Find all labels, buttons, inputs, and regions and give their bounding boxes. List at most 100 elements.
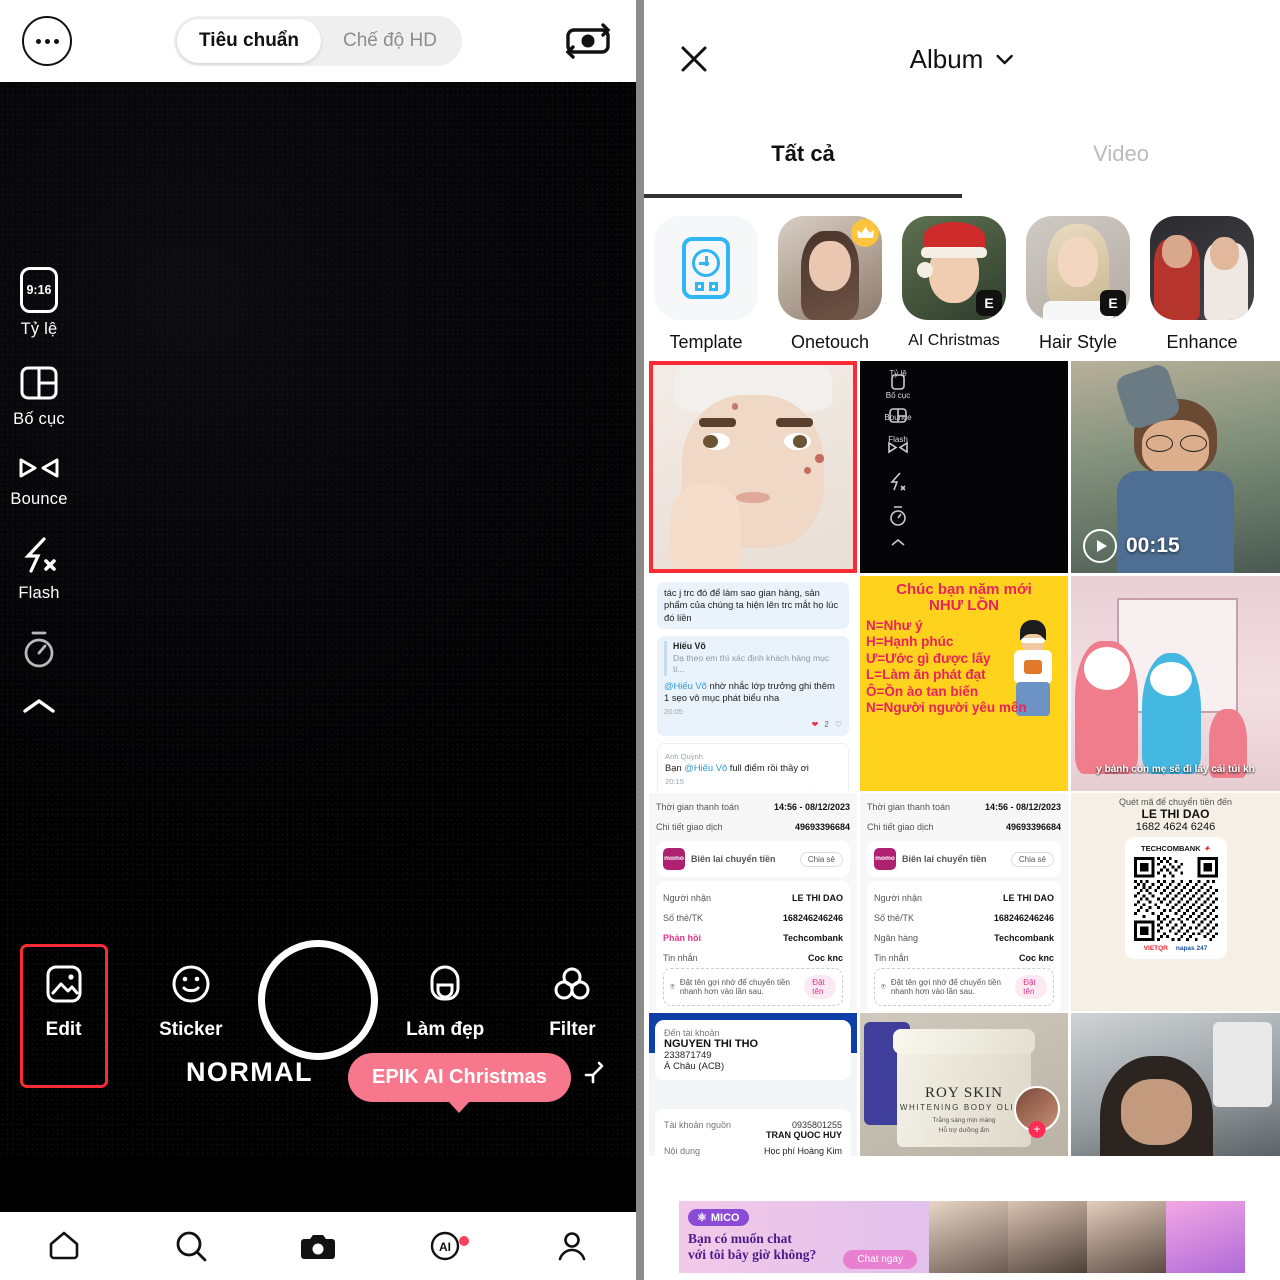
- receipt-recv-row: Người nhận LE THI DAO: [663, 888, 843, 908]
- acb-note-value: Học phí Hoàng Kim: [763, 1146, 842, 1156]
- chat-message-3: Anh Quỳnh Bạn @Hiếu Võ full điểm rồi thầ…: [657, 742, 849, 791]
- grid-item-person-photo[interactable]: [1071, 1013, 1280, 1156]
- tab-video[interactable]: Video: [962, 118, 1280, 190]
- acb-note-label: Nội dung: [664, 1146, 701, 1156]
- qr-footer: VIETQR napas 247: [1144, 945, 1208, 952]
- shelf-sticker-label: Sticker: [159, 1018, 223, 1040]
- chevron-down-icon: [996, 54, 1013, 65]
- chat-time-2: 20:15: [665, 777, 685, 787]
- smiley-icon: [172, 965, 210, 1002]
- tool-ratio-label: Tỷ lệ: [20, 320, 58, 338]
- receipt-title: Biên lai chuyển tiền: [691, 854, 776, 864]
- album-title-dropdown[interactable]: Album: [910, 44, 1015, 75]
- receipt-bank-value: Techcombank: [783, 933, 843, 943]
- receipt2-share-button[interactable]: Chia sẻ: [1010, 851, 1054, 867]
- avatar[interactable]: [1014, 1086, 1060, 1132]
- camera-flip-icon[interactable]: [562, 15, 614, 67]
- receipt-bank-row: Phản hồi Techcombank: [663, 928, 843, 948]
- shelf-filter[interactable]: Filter: [509, 960, 636, 1041]
- mico-logo: ⚛ MICO: [688, 1209, 749, 1226]
- feature-enhance-label: Enhance: [1166, 332, 1238, 352]
- shelf-beauty[interactable]: Làm đẹp: [382, 960, 509, 1041]
- acb-src-row: Tài khoản nguồn 0935801255 TRAN QUOC HUY: [664, 1117, 842, 1143]
- feature-enhance[interactable]: Enhance: [1146, 216, 1258, 353]
- enhance-thumb: [1150, 216, 1254, 320]
- receipt-share-button[interactable]: Chia sẻ: [799, 851, 843, 867]
- camera-icon: [301, 1235, 335, 1259]
- ad-image-4: [1166, 1201, 1245, 1273]
- receipt2-recv-label: Người nhận: [874, 893, 922, 903]
- grid-item-acne-face[interactable]: [649, 361, 857, 573]
- grid-item-techcombank-qr[interactable]: Quét mã để chuyển tiền đến LE THI DAO 16…: [1071, 793, 1280, 1011]
- nav-home[interactable]: [0, 1226, 127, 1266]
- receipt2-detail-row: Chi tiết giao dịch 49693396684: [867, 817, 1061, 837]
- receipt2-bank-value: Techcombank: [994, 933, 1054, 943]
- feature-onetouch-label: Onetouch: [790, 332, 870, 352]
- receipt-card-value: 168246246246: [782, 913, 843, 923]
- tool-layout[interactable]: Bố cục: [0, 363, 78, 429]
- grid-item-boy-video[interactable]: 00:15: [1071, 361, 1280, 573]
- shelf-shutter[interactable]: [254, 940, 381, 1060]
- momo-logo: momo: [874, 848, 896, 870]
- mico-ad[interactable]: ⚛ MICO Bạn có muốn chat với tôi bây giờ …: [679, 1201, 1245, 1273]
- receipt2-detail-label: Chi tiết giao dịch: [867, 822, 934, 832]
- nav-ai[interactable]: AI: [382, 1226, 509, 1266]
- grid-item-chat-screenshot[interactable]: tác j trc đó để làm sao gian hàng, sản p…: [649, 576, 857, 791]
- grid-item-momo-receipt-2[interactable]: Thời gian thanh toán 14:56 - 08/12/2023 …: [860, 793, 1068, 1011]
- qr-bank-name: TECHCOMBANK ✦: [1141, 844, 1210, 853]
- shelf-edit[interactable]: Edit: [0, 943, 127, 1088]
- grid-item-new-year-greeting[interactable]: Chúc bạn năm mới NHƯ LỒN N=Như ý H=Hạnh …: [860, 576, 1068, 791]
- nav-search[interactable]: [127, 1226, 254, 1266]
- image-edit-icon: [46, 965, 82, 1002]
- album-tabs: Tất cả Video: [644, 118, 1280, 198]
- feature-template[interactable]: Template: [650, 216, 762, 353]
- bounce-icon: [19, 458, 59, 478]
- person-photo: [1071, 1013, 1280, 1156]
- product-line: WHITENING BODY OLIVE: [899, 1102, 1029, 1112]
- crown-icon: [851, 219, 879, 247]
- tool-expand[interactable]: [0, 695, 78, 717]
- receipt-recv-value: LE THI DAO: [792, 893, 843, 903]
- ad-cta-button[interactable]: Chat ngay: [843, 1250, 917, 1269]
- chat-message-3-pre: Bạn: [665, 761, 685, 773]
- tab-all[interactable]: Tất cả: [644, 118, 962, 198]
- tool-timer[interactable]: [0, 627, 78, 671]
- tool-bounce-label: Bounce: [10, 490, 68, 508]
- grid-item-acb-transfer[interactable]: Đến tài khoản NGUYEN THI THO 233871749 Á…: [649, 1013, 857, 1156]
- nav-camera[interactable]: [254, 1226, 381, 1266]
- grid-item-momo-receipt-1[interactable]: Thời gian thanh toán 14:56 - 08/12/2023 …: [649, 793, 857, 1011]
- feature-onetouch[interactable]: Onetouch: [774, 216, 886, 353]
- chat-screenshot: tác j trc đó để làm sao gian hàng, sản p…: [649, 576, 857, 791]
- ad-image-1: [929, 1201, 1008, 1273]
- bottom-nav: AI: [0, 1212, 636, 1280]
- feature-hair-style[interactable]: E Hair Style: [1022, 216, 1134, 353]
- feature-hair-style-label: Hair Style: [1038, 332, 1118, 352]
- feature-ai-christmas[interactable]: E AI Christmas: [898, 216, 1010, 353]
- panel-divider: [636, 0, 644, 1280]
- quality-mode-segmented[interactable]: Tiêu chuẩn Chế độ HD: [174, 16, 462, 66]
- grid-item-gumball-cartoon[interactable]: y bánh còn mẹ sẽ đi lấy cái túi kh: [1071, 576, 1280, 791]
- shelf-sticker[interactable]: Sticker: [127, 960, 254, 1041]
- receipt-name-button[interactable]: Đặt tên: [804, 975, 836, 999]
- tool-bounce[interactable]: Bounce: [0, 453, 78, 509]
- receipt2-name-button[interactable]: Đặt tên: [1015, 975, 1047, 999]
- heart-icon: ❤: [811, 720, 819, 730]
- epik-tooltip[interactable]: EPIK AI Christmas: [348, 1053, 571, 1113]
- chat-react-count-2: 1: [823, 790, 827, 791]
- tool-flash[interactable]: Flash: [0, 533, 78, 603]
- video-duration-badge: 00:15: [1083, 529, 1180, 563]
- close-icon[interactable]: [674, 39, 714, 79]
- flash-off-icon: [24, 537, 56, 573]
- techcombank-logo-icon: ✦: [1203, 844, 1210, 853]
- grid-item-royskin-product[interactable]: ROY SKIN WHITENING BODY OLIVE Trắng sáng…: [860, 1013, 1068, 1156]
- nav-profile[interactable]: [509, 1226, 636, 1266]
- tool-ratio[interactable]: 9:16 Tỷ lệ: [0, 267, 78, 339]
- ad-left: ⚛ MICO Bạn có muốn chat với tôi bây giờ …: [679, 1201, 929, 1273]
- mode-hd[interactable]: Chế độ HD: [321, 19, 459, 63]
- more-dots-icon[interactable]: [22, 16, 72, 66]
- shutter-button[interactable]: [258, 940, 378, 1060]
- camera-viewfinder[interactable]: 9:16 Tỷ lệ Bố cục Bounce Flash NORMAL Ed…: [0, 82, 636, 1158]
- receipt-msg-row: Tin nhắn Coc knc: [663, 948, 843, 968]
- grid-item-camera-screenshot[interactable]: Tỷ lệ Bố cục Bounce Flash: [860, 361, 1068, 573]
- mode-standard[interactable]: Tiêu chuẩn: [177, 19, 321, 63]
